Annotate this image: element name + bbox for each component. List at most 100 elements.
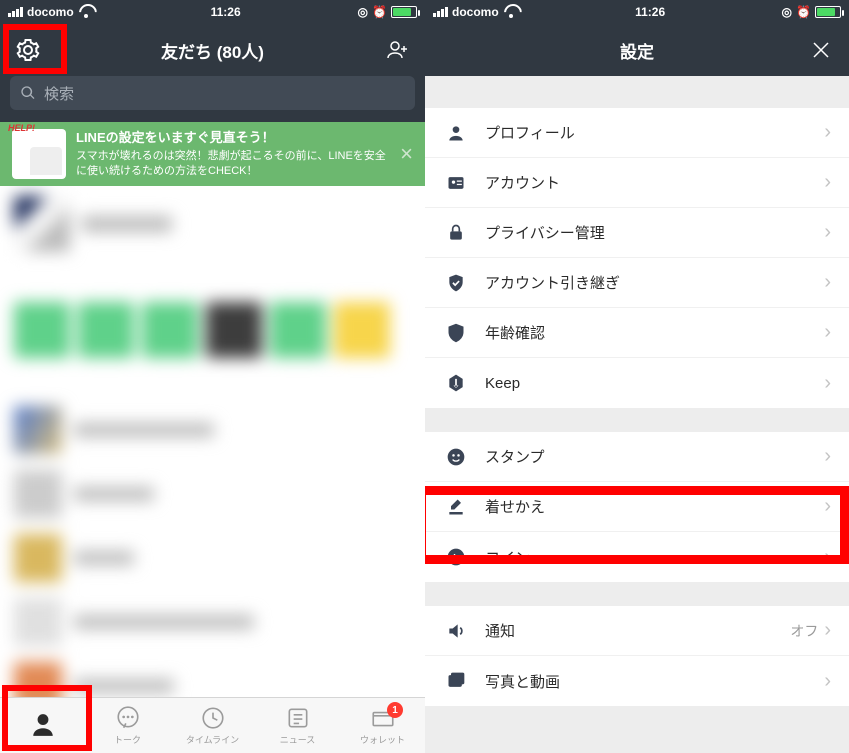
list-item[interactable]: [0, 398, 425, 462]
chevron-right-icon: ›: [824, 372, 831, 395]
chevron-right-icon: ›: [824, 445, 831, 468]
person-icon: [30, 712, 56, 738]
row-label: コイン: [485, 547, 824, 568]
settings-screen: docomo 11:26 ◎ ⏰ 設定 プロフィール› アカウント›: [425, 0, 849, 753]
tab-news[interactable]: ニュース: [255, 698, 340, 753]
search-placeholder: 検索: [44, 83, 74, 104]
battery-icon: [391, 6, 417, 18]
tab-label: ウォレット: [360, 733, 405, 746]
settings-list[interactable]: プロフィール› アカウント› プライバシー管理› アカウント引き継ぎ› 年齢確認…: [425, 76, 849, 753]
banner-text: LINEの設定をいますぐ見直そう！ スマホが壊れるのは突然！悲劇が起こるその前に…: [76, 129, 390, 180]
row-coin[interactable]: L コイン›: [425, 532, 849, 582]
row-label: アカウント: [485, 172, 824, 193]
location-icon: ◎: [782, 5, 792, 19]
friends-list-blurred: [0, 186, 425, 726]
banner-illustration: [12, 129, 66, 179]
row-profile[interactable]: プロフィール›: [425, 108, 849, 158]
close-button[interactable]: [807, 36, 835, 64]
row-transfer[interactable]: アカウント引き継ぎ›: [425, 258, 849, 308]
chevron-right-icon: ›: [824, 171, 831, 194]
search-icon: [20, 85, 36, 101]
row-label: プライバシー管理: [485, 222, 824, 243]
shield-icon: [446, 323, 466, 343]
chevron-right-icon: ›: [824, 271, 831, 294]
group-row[interactable]: [0, 292, 425, 368]
smile-icon: [446, 447, 466, 467]
alarm-icon: ⏰: [372, 5, 387, 19]
list-item[interactable]: [0, 590, 425, 654]
chevron-right-icon: ›: [824, 619, 831, 642]
settings-nav: 設定: [425, 24, 849, 76]
tab-wallet[interactable]: 1 ウォレット: [340, 698, 425, 753]
friend-row[interactable]: [0, 186, 425, 262]
chevron-right-icon: ›: [824, 221, 831, 244]
chat-icon: [115, 705, 141, 731]
signal-icon: [8, 7, 23, 17]
coin-l-icon: L: [446, 547, 466, 567]
settings-section-account: プロフィール› アカウント› プライバシー管理› アカウント引き継ぎ› 年齢確認…: [425, 108, 849, 408]
battery-icon: [815, 6, 841, 18]
tab-friends[interactable]: [0, 698, 85, 753]
hex-icon: [446, 373, 466, 393]
friends-title: 友だち (80人): [161, 38, 264, 63]
row-photos-video[interactable]: 写真と動画›: [425, 656, 849, 706]
row-age[interactable]: 年齢確認›: [425, 308, 849, 358]
banner-title: LINEの設定をいますぐ見直そう！: [76, 129, 390, 147]
tab-timeline[interactable]: タイムライン: [170, 698, 255, 753]
search-bar-wrap: 検索: [0, 76, 425, 122]
signal-icon: [433, 7, 448, 17]
settings-title: 設定: [620, 38, 654, 63]
settings-section-general: 通知 オフ › 写真と動画›: [425, 606, 849, 706]
row-label: Keep: [485, 375, 824, 392]
row-label: 写真と動画: [485, 671, 824, 692]
tab-label: トーク: [114, 733, 141, 746]
tab-label: タイムライン: [186, 733, 239, 746]
chevron-right-icon: ›: [824, 321, 831, 344]
wifi-icon: [78, 6, 94, 18]
row-notifications[interactable]: 通知 オフ ›: [425, 606, 849, 656]
row-themes[interactable]: 着せかえ›: [425, 482, 849, 532]
avatar: [14, 196, 70, 252]
search-input[interactable]: 検索: [10, 76, 415, 110]
tab-talk[interactable]: トーク: [85, 698, 170, 753]
status-bar: docomo 11:26 ◎ ⏰: [0, 0, 425, 24]
alarm-icon: ⏰: [796, 5, 811, 19]
list-item[interactable]: [0, 526, 425, 590]
row-label: 通知: [485, 620, 790, 641]
brush-icon: [446, 497, 466, 517]
row-value: オフ: [790, 621, 818, 641]
settings-section-shop: スタンプ› 着せかえ› L コイン›: [425, 432, 849, 582]
lock-icon: [446, 223, 466, 243]
settings-gear-button[interactable]: [14, 36, 42, 64]
chevron-right-icon: ›: [824, 121, 831, 144]
chevron-right-icon: ›: [824, 495, 831, 518]
banner-subtitle: スマホが壊れるのは突然！悲劇が起こるその前に、LINEを安全に使い続けるための方…: [76, 149, 390, 180]
row-privacy[interactable]: プライバシー管理›: [425, 208, 849, 258]
row-account[interactable]: アカウント›: [425, 158, 849, 208]
close-icon: [809, 38, 833, 62]
friends-nav: 友だち (80人): [0, 24, 425, 76]
list-item[interactable]: [0, 462, 425, 526]
speaker-icon: [446, 621, 466, 641]
carrier-label: docomo: [27, 5, 74, 19]
row-stickers[interactable]: スタンプ›: [425, 432, 849, 482]
chevron-right-icon: ›: [824, 670, 831, 693]
status-bar: docomo 11:26 ◎ ⏰: [425, 0, 849, 24]
clock: 11:26: [211, 5, 241, 19]
clock: 11:26: [635, 5, 665, 19]
row-label: スタンプ: [485, 446, 824, 467]
row-label: 着せかえ: [485, 496, 824, 517]
id-card-icon: [446, 173, 466, 193]
chevron-right-icon: ›: [824, 546, 831, 569]
add-friend-icon: [385, 38, 409, 62]
banner-close-button[interactable]: ×: [400, 141, 413, 167]
row-keep[interactable]: Keep›: [425, 358, 849, 408]
carrier-label: docomo: [452, 5, 499, 19]
help-banner[interactable]: LINEの設定をいますぐ見直そう！ スマホが壊れるのは突然！悲劇が起こるその前に…: [0, 122, 425, 186]
svg-text:L: L: [453, 552, 459, 562]
clock-icon: [200, 705, 226, 731]
friends-screen: docomo 11:26 ◎ ⏰ 友だち (80人) 検索 LINEの設定をいま…: [0, 0, 425, 753]
location-icon: ◎: [358, 5, 368, 19]
add-friend-button[interactable]: [383, 36, 411, 64]
photo-icon: [446, 671, 466, 691]
